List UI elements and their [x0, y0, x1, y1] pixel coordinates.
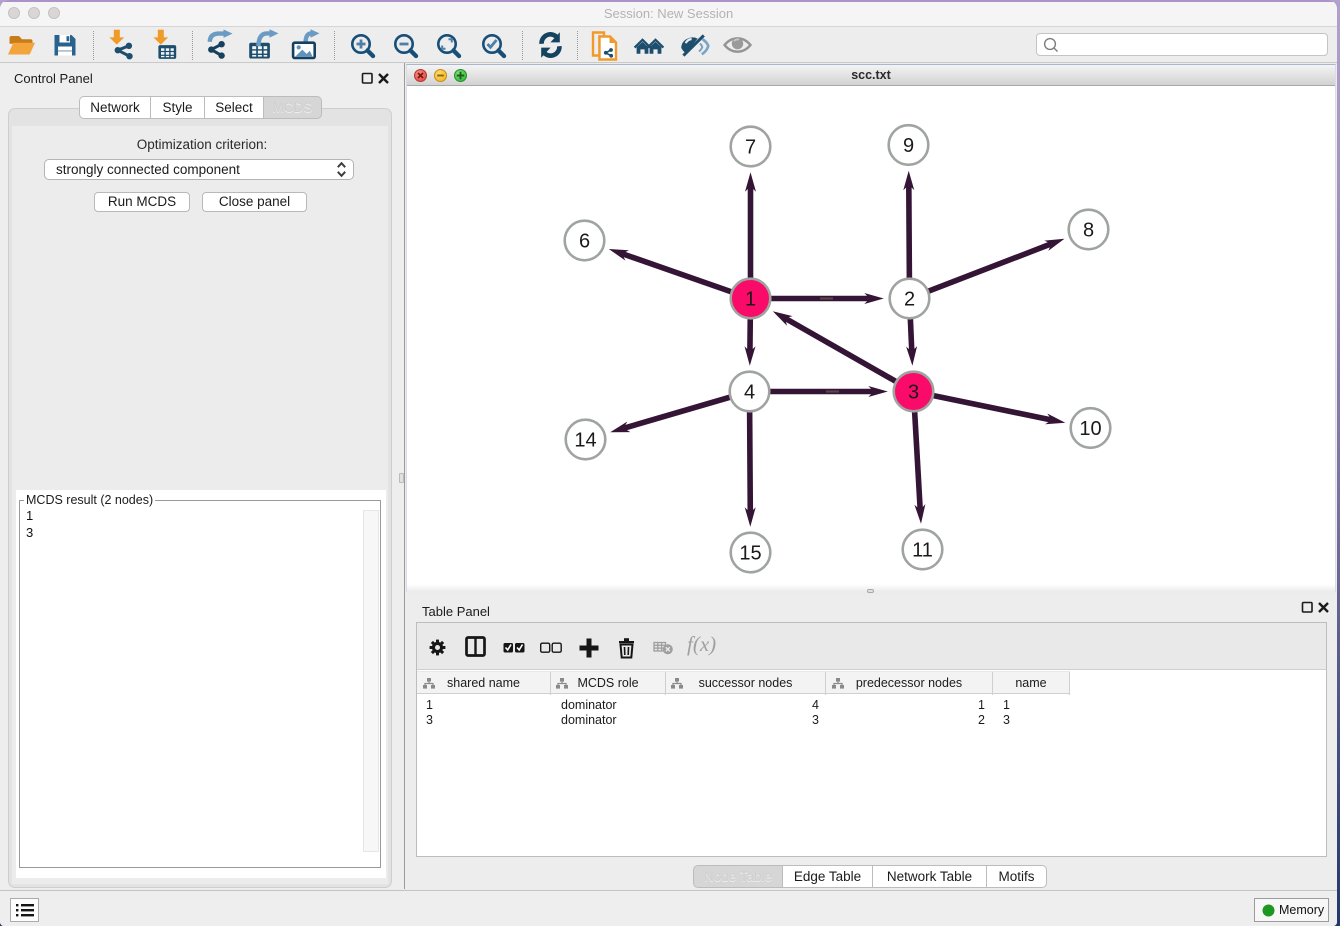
svg-text:11: 11 — [912, 540, 933, 562]
svg-text:6: 6 — [579, 231, 590, 253]
svg-text:9: 9 — [903, 135, 914, 157]
svg-text:7: 7 — [745, 137, 756, 159]
svg-text:15: 15 — [739, 543, 761, 565]
svg-text:8: 8 — [1083, 220, 1094, 242]
svg-text:3: 3 — [908, 382, 919, 404]
svg-text:1: 1 — [745, 289, 756, 311]
svg-text:14: 14 — [574, 430, 596, 452]
svg-text:2: 2 — [904, 289, 915, 311]
svg-text:4: 4 — [744, 382, 755, 404]
svg-text:10: 10 — [1079, 418, 1101, 440]
